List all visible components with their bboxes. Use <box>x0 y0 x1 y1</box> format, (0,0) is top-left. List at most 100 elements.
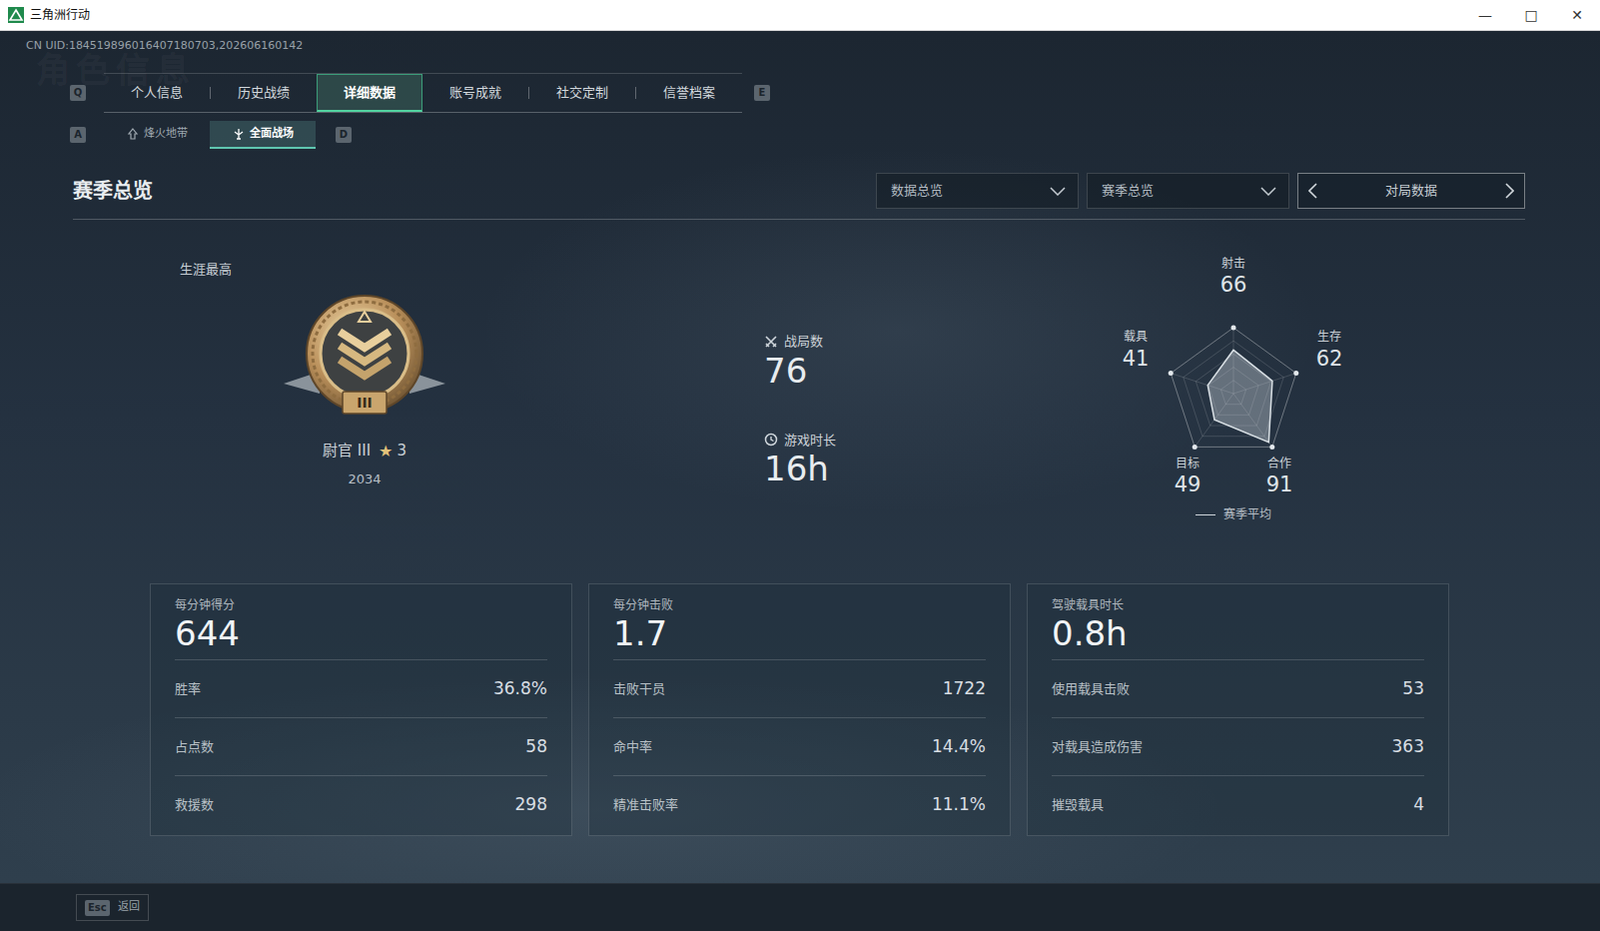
stat-row: 救援数 298 <box>174 775 548 833</box>
stat-row: 摧毁载具 4 <box>1051 775 1425 833</box>
stat-card: 每分钟击败1.7击败干员1722命中率14.4%精准击败率11.1% <box>588 583 1011 836</box>
stat-card-head: 每分钟得分644 <box>150 584 572 660</box>
radar-axis-label: 射击 <box>1221 255 1246 271</box>
rank-block: 生涯最高III尉官 III★32034 <box>179 219 550 489</box>
stat-row-value: 11.1% <box>931 792 986 818</box>
pager-prev-button[interactable] <box>1308 182 1318 199</box>
stat-row-label: 摧毁载具 <box>1051 795 1104 815</box>
stat-row-value: 36.8% <box>493 676 548 703</box>
prev-tab-key[interactable]: Q <box>69 84 86 101</box>
summary-label-line: 战局数 <box>764 331 1064 352</box>
rank-star-count: 3 <box>396 439 407 463</box>
overview: 生涯最高III尉官 III★32034 战局数76游戏时长16h 射击66生存6… <box>72 219 1526 584</box>
radar-legend: 赛季平均 <box>1063 505 1404 524</box>
stat-card-value: 0.8h <box>1051 614 1425 654</box>
radar-axis-label: 载具 <box>1123 329 1148 344</box>
star-icon: ★ <box>378 439 393 464</box>
next-tab-key[interactable]: E <box>754 84 771 101</box>
stat-row-value: 4 <box>1413 792 1425 818</box>
footer-bar: Esc 返回 <box>0 882 1600 931</box>
sub-tab[interactable]: 烽火地带 <box>103 120 210 149</box>
stat-card-head: 驾驶载具时长0.8h <box>1027 584 1449 660</box>
main-tab[interactable]: 信誉档案 <box>636 73 743 112</box>
radar-series <box>1207 349 1273 442</box>
maximize-button[interactable]: □ <box>1508 0 1555 30</box>
esc-key: Esc <box>84 899 110 916</box>
main-tab[interactable]: 社交定制 <box>529 73 636 112</box>
summary-item: 游戏时长16h <box>764 430 1064 490</box>
sub-tab[interactable]: 全面战场 <box>209 120 316 149</box>
filter-label: 赛季总览 <box>1101 180 1154 201</box>
chevron-down-icon <box>1260 186 1277 196</box>
stat-row-value: 298 <box>515 792 548 818</box>
window-controls: —□✕ <box>1462 0 1600 30</box>
radar-svg: 射击66生存62合作91目标49载具41 <box>1063 243 1404 506</box>
stat-card: 驾驶载具时长0.8h 使用载具击败 53 对载具造成伤害 363 摧毁载具 4 <box>1026 583 1450 836</box>
stat-row: 胜率36.8% <box>174 659 548 718</box>
rank-numeral: III <box>356 394 373 411</box>
pager-next-button[interactable] <box>1505 182 1515 199</box>
summary-label: 战局数 <box>784 331 823 352</box>
stat-card: 每分钟得分644胜率36.8%占点数58 救援数 298 <box>149 583 573 836</box>
stat-row: 占点数58 <box>174 717 548 776</box>
rank-title: 尉官 III <box>322 439 371 463</box>
filter-dropdown[interactable]: 赛季总览 <box>1086 172 1290 209</box>
close-button[interactable]: ✕ <box>1554 0 1600 30</box>
summary-column: 战局数76游戏时长16h <box>764 219 1064 584</box>
tab-separator <box>528 86 530 99</box>
rank-title-line: 尉官 III ★3 <box>179 439 550 464</box>
radar-axis-value: 66 <box>1220 272 1248 297</box>
summary-label-line: 游戏时长 <box>764 430 1064 451</box>
delta-logo-icon <box>7 6 24 23</box>
tab-track: 个人信息历史战绩详细数据账号成就社交定制信誉档案 <box>103 72 743 113</box>
back-label: 返回 <box>117 898 140 916</box>
filter-dropdown[interactable]: 数据总览 <box>875 172 1079 209</box>
stat-row-value: 53 <box>1402 676 1425 703</box>
back-button[interactable]: Esc 返回 <box>75 893 149 921</box>
radar-column: 射击66生存62合作91目标49载具41赛季平均 <box>1063 219 1526 584</box>
stat-row-label: 救援数 <box>174 795 214 815</box>
stat-row: 命中率 14.4% <box>613 717 986 776</box>
next-subtab-key[interactable]: D <box>335 126 352 143</box>
rank-emblem: III <box>179 287 550 428</box>
radar-axis-value: 49 <box>1174 472 1202 497</box>
stat-row-label: 对载具造成伤害 <box>1051 737 1143 758</box>
stat-row-label: 击败干员 <box>613 679 666 700</box>
subtab-track: 烽火地带全面战场 <box>103 120 316 149</box>
stat-row-value: 363 <box>1392 734 1425 761</box>
radar-axis-value: 62 <box>1316 346 1344 371</box>
battlefield-icon <box>232 127 245 140</box>
profile-stage: 角色信息 CN UID:184519896016407180703,202606… <box>0 30 1600 883</box>
summary-label: 游戏时长 <box>784 430 836 451</box>
filter-label: 数据总览 <box>890 180 943 201</box>
stat-row-label: 精准击败率 <box>613 795 679 815</box>
main-tab[interactable]: 历史战绩 <box>210 73 317 112</box>
main-tab[interactable]: 详细数据 <box>316 73 423 112</box>
app-logo <box>7 6 24 23</box>
stat-row-label: 占点数 <box>174 737 214 758</box>
window-title: 三角洲行动 <box>29 5 90 24</box>
stat-row-label: 命中率 <box>613 737 653 758</box>
stat-card-label: 每分钟得分 <box>174 596 548 615</box>
data-pager[interactable]: 对局数据 <box>1297 172 1526 209</box>
pager-label: 对局数据 <box>1385 180 1438 201</box>
zone-icon <box>126 127 139 140</box>
chevron-down-icon <box>1049 186 1066 196</box>
main-tab[interactable]: 账号成就 <box>422 73 529 112</box>
rank-stars: ★3 <box>378 439 407 464</box>
sub-tab-bar: A 烽火地带全面战场 D <box>69 120 1600 149</box>
stat-card-head: 每分钟击败1.7 <box>589 584 1010 660</box>
radar-axis-value: 41 <box>1122 346 1150 371</box>
prev-subtab-key[interactable]: A <box>69 126 86 143</box>
clock-icon <box>764 432 779 447</box>
main-tab[interactable]: 个人信息 <box>103 73 210 112</box>
main-tab-bar: Q 个人信息历史战绩详细数据账号成就社交定制信誉档案 E <box>69 72 1600 113</box>
game-window: 三角洲行动 —□✕ 角色信息 CN UID:1845198960164071807… <box>0 0 1600 931</box>
stat-row-value: 14.4% <box>931 734 986 761</box>
arrow-right-icon <box>1505 182 1515 199</box>
stat-row-label: 使用载具击败 <box>1051 679 1130 700</box>
tab-separator <box>209 86 211 99</box>
minimize-button[interactable]: — <box>1462 0 1509 30</box>
rank-emblem-icon: III <box>279 287 450 428</box>
arrow-left-icon <box>1308 182 1318 199</box>
